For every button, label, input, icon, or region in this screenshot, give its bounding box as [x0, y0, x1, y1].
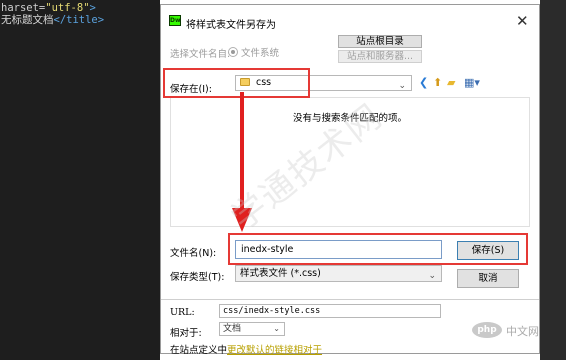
save-type-select[interactable]: 样式表文件 (*.css) ⌄	[235, 265, 442, 282]
code-close-tag: </title>	[53, 14, 105, 26]
file-system-label: 文件系统	[241, 48, 280, 59]
chevron-down-icon: ⌄	[398, 81, 406, 91]
code-text: 无标题文档	[1, 14, 54, 26]
code-attr: harset=	[1, 2, 46, 14]
define-prefix: 在站点定义中	[170, 345, 228, 356]
filename-label: 文件名(N):	[170, 248, 217, 259]
new-folder-icon[interactable]: ▰	[447, 77, 455, 89]
dreamweaver-app-icon: Dw	[169, 15, 181, 26]
save-type-label: 保存类型(T):	[170, 272, 225, 283]
chevron-down-icon: ⌄	[428, 271, 436, 281]
radio-icon	[228, 47, 238, 57]
file-system-radio[interactable]: 文件系统	[228, 45, 279, 59]
up-folder-icon[interactable]: ⬆	[433, 77, 442, 89]
view-menu-icon[interactable]: ▦▾	[464, 77, 480, 89]
site-server-button[interactable]: 站点和服务器...	[338, 50, 422, 63]
save-in-highlight	[163, 68, 310, 98]
divider	[161, 299, 539, 300]
relative-to-select[interactable]: 文档 ⌄	[219, 322, 285, 336]
code-editor: harset="utf-8"> 无标题文档</title>	[0, 0, 160, 360]
cancel-button[interactable]: 取消	[457, 269, 519, 288]
code-line-2: 无标题文档</title>	[0, 14, 160, 26]
relative-to-value: 文档	[223, 324, 242, 334]
close-icon[interactable]: ✕	[516, 12, 529, 30]
url-field[interactable]: css/inedx-style.css	[219, 304, 441, 318]
dialog-title: 将样式表文件另存为	[186, 20, 276, 31]
select-file-name-label: 选择文件名自:	[170, 49, 231, 60]
url-label: URL:	[170, 307, 195, 318]
save-stylesheet-dialog: Dw 将样式表文件另存为 ✕ 选择文件名自: 文件系统 站点根目录 站点和服务器…	[160, 4, 540, 356]
filename-highlight	[228, 233, 528, 265]
php-logo: php	[472, 322, 502, 338]
code-string: "utf-8"	[45, 2, 90, 14]
relative-to-label: 相对于:	[170, 328, 202, 339]
code-line-1: harset="utf-8">	[0, 2, 160, 14]
editor-right-panel	[540, 0, 566, 360]
change-default-link[interactable]: 更改默认的链接相对于	[227, 345, 322, 356]
code-bracket: >	[89, 2, 96, 14]
dialog-titlebar[interactable]: Dw 将样式表文件另存为 ✕	[161, 5, 539, 35]
back-icon[interactable]: ❮	[419, 77, 428, 89]
site-definition-line: 在站点定义中更改默认的链接相对于	[170, 342, 322, 356]
php-site-text: 中文网	[506, 325, 539, 338]
save-type-value: 样式表文件 (*.css)	[240, 268, 321, 279]
site-root-button[interactable]: 站点根目录	[338, 35, 422, 48]
chevron-down-icon: ⌄	[273, 324, 280, 333]
